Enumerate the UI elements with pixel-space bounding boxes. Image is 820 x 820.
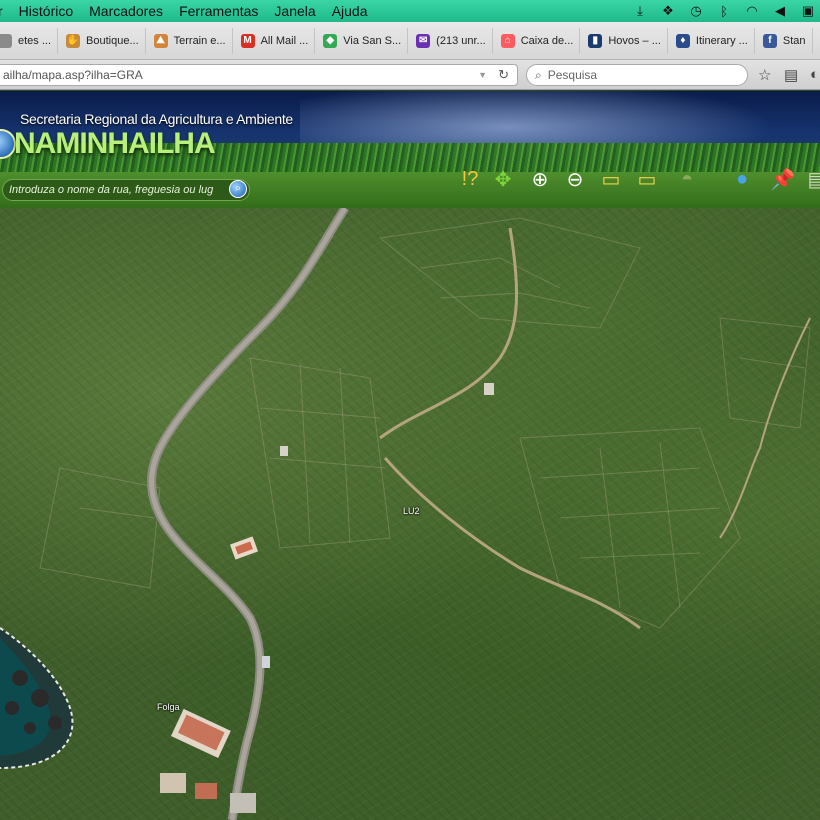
menu-item-app[interactable]: r xyxy=(0,3,11,19)
menu-item-window[interactable]: Janela xyxy=(266,3,323,19)
footpath-lower xyxy=(383,457,641,630)
measure-distance-tool-icon[interactable]: ▭ xyxy=(596,164,626,194)
bluetooth-icon[interactable]: ᛒ xyxy=(716,4,732,19)
place-search-placeholder: Introduza o nome da rua, freguesia ou lu… xyxy=(9,184,214,196)
print-tool-icon[interactable]: ▤ xyxy=(802,164,820,194)
url-field[interactable]: ailha/mapa.asp?ilha=GRA ▼ ↻ xyxy=(0,64,518,86)
airbnb-icon: ⌂ xyxy=(500,33,515,48)
star-bookmark-icon[interactable]: ☆ xyxy=(758,66,771,84)
info-tool-icon[interactable]: !? xyxy=(455,164,485,194)
bookmark-item[interactable]: ⌂ Caixa de... xyxy=(495,27,581,54)
field-walls xyxy=(39,217,811,629)
menu-item-tools[interactable]: Ferramentas xyxy=(171,3,266,19)
island-extent-tool-icon[interactable]: ◓ xyxy=(672,164,702,194)
place-search-input[interactable]: Introduza o nome da rua, freguesia ou lu… xyxy=(2,179,250,201)
bookmark-label: Boutique... xyxy=(86,34,139,47)
facebook-icon: f xyxy=(762,33,777,48)
search-icon: ⌕ xyxy=(535,67,542,82)
display-icon[interactable]: ▣ xyxy=(800,3,816,19)
satellite-map[interactable]: LU2 Folga xyxy=(0,208,820,820)
url-history-dropdown-icon[interactable]: ▼ xyxy=(478,70,487,80)
search-placeholder: Pesquisa xyxy=(547,68,598,82)
page-icon xyxy=(0,33,12,48)
bookmark-item[interactable]: ✉ (213 unr... xyxy=(410,27,493,54)
pan-tool-icon[interactable]: ✥ xyxy=(488,164,518,194)
zoom-out-tool-icon[interactable]: ⊖ xyxy=(560,164,590,194)
globe-tool-icon[interactable]: ● xyxy=(727,164,757,194)
bookmark-item[interactable]: ⛰ Terrain e... xyxy=(148,27,233,54)
map-label-lu2: LU2 xyxy=(403,506,420,516)
dropbox-icon[interactable]: ❖ xyxy=(660,3,676,19)
site-subtitle: Secretaria Regional da Agricultura e Amb… xyxy=(20,111,293,127)
bookmark-label: Caixa de... xyxy=(520,34,574,47)
measure-area-tool-icon[interactable]: ▭ xyxy=(632,164,662,194)
menu-item-history[interactable]: Histórico xyxy=(11,3,81,19)
reading-list-icon[interactable]: ▤ xyxy=(784,66,798,84)
hand-icon: ✋ xyxy=(66,33,81,48)
bookmark-label: Via San S... xyxy=(343,34,402,47)
url-text: ailha/mapa.asp?ilha=GRA xyxy=(3,68,143,82)
shield-icon: ♦ xyxy=(675,33,690,48)
bookmark-label: etes ... xyxy=(18,34,52,47)
bookmark-item[interactable]: ▮ Hovos – ... xyxy=(582,27,668,54)
bookmark-label: Itinerary ... xyxy=(695,34,748,47)
gmail-icon: M xyxy=(240,33,255,48)
menu-item-help[interactable]: Ajuda xyxy=(324,3,376,19)
maps-icon: ◆ xyxy=(323,33,338,48)
bookmark-item[interactable]: etes ... xyxy=(0,27,59,54)
yahoo-mail-icon: ✉ xyxy=(416,33,431,48)
bookmark-item[interactable]: f Stan xyxy=(757,27,813,54)
bookmark-label: All Mail ... xyxy=(260,34,309,47)
hovos-icon: ▮ xyxy=(588,33,603,48)
bookmark-label: Hovos – ... xyxy=(608,34,661,47)
time-machine-icon[interactable]: ◷ xyxy=(688,3,704,19)
bookmark-label: Terrain e... xyxy=(173,34,226,47)
status-icons: ⤓ ❖ ◷ ᛒ ◠ ◀ ▣ xyxy=(632,0,816,22)
menu-item-bookmarks[interactable]: Marcadores xyxy=(81,3,171,19)
bookmark-item[interactable]: M All Mail ... xyxy=(235,27,316,54)
footpath xyxy=(379,227,519,440)
bookmark-label: (213 unr... xyxy=(436,34,486,47)
bookmarks-bar: etes ... ✋ Boutique... ⛰ Terrain e... M All Ma… xyxy=(0,22,820,60)
wifi-icon[interactable]: ◠ xyxy=(744,3,760,19)
pin-tool-icon[interactable]: 📌 xyxy=(768,164,798,194)
navigation-bar: ailha/mapa.asp?ilha=GRA ▼ ↻ ⌕ Pesquisa ☆… xyxy=(0,60,820,90)
bookmark-item[interactable]: ◆ Via San S... xyxy=(317,27,409,54)
zoom-in-tool-icon[interactable]: ⊕ xyxy=(525,164,555,194)
volume-icon[interactable]: ◀ xyxy=(772,3,788,19)
place-search-button[interactable]: ⌕ xyxy=(229,180,247,198)
map-label-folga: Folga xyxy=(157,702,180,712)
terrain-icon: ⛰ xyxy=(153,33,168,48)
search-field[interactable]: ⌕ Pesquisa xyxy=(526,64,748,86)
pocket-icon[interactable]: ◐ xyxy=(810,66,819,83)
menu-bar: r Histórico Marcadores Ferramentas Janel… xyxy=(0,0,820,22)
reload-icon[interactable]: ↻ xyxy=(498,67,509,83)
site-logo[interactable]: NAMINHAILHA xyxy=(14,127,216,161)
bookmark-item[interactable]: ✋ Boutique... xyxy=(60,27,146,54)
bookmark-label: Stan xyxy=(782,34,806,47)
bookmark-item[interactable]: ♦ Itinerary ... xyxy=(670,27,755,54)
download-icon[interactable]: ⤓ xyxy=(632,3,648,19)
